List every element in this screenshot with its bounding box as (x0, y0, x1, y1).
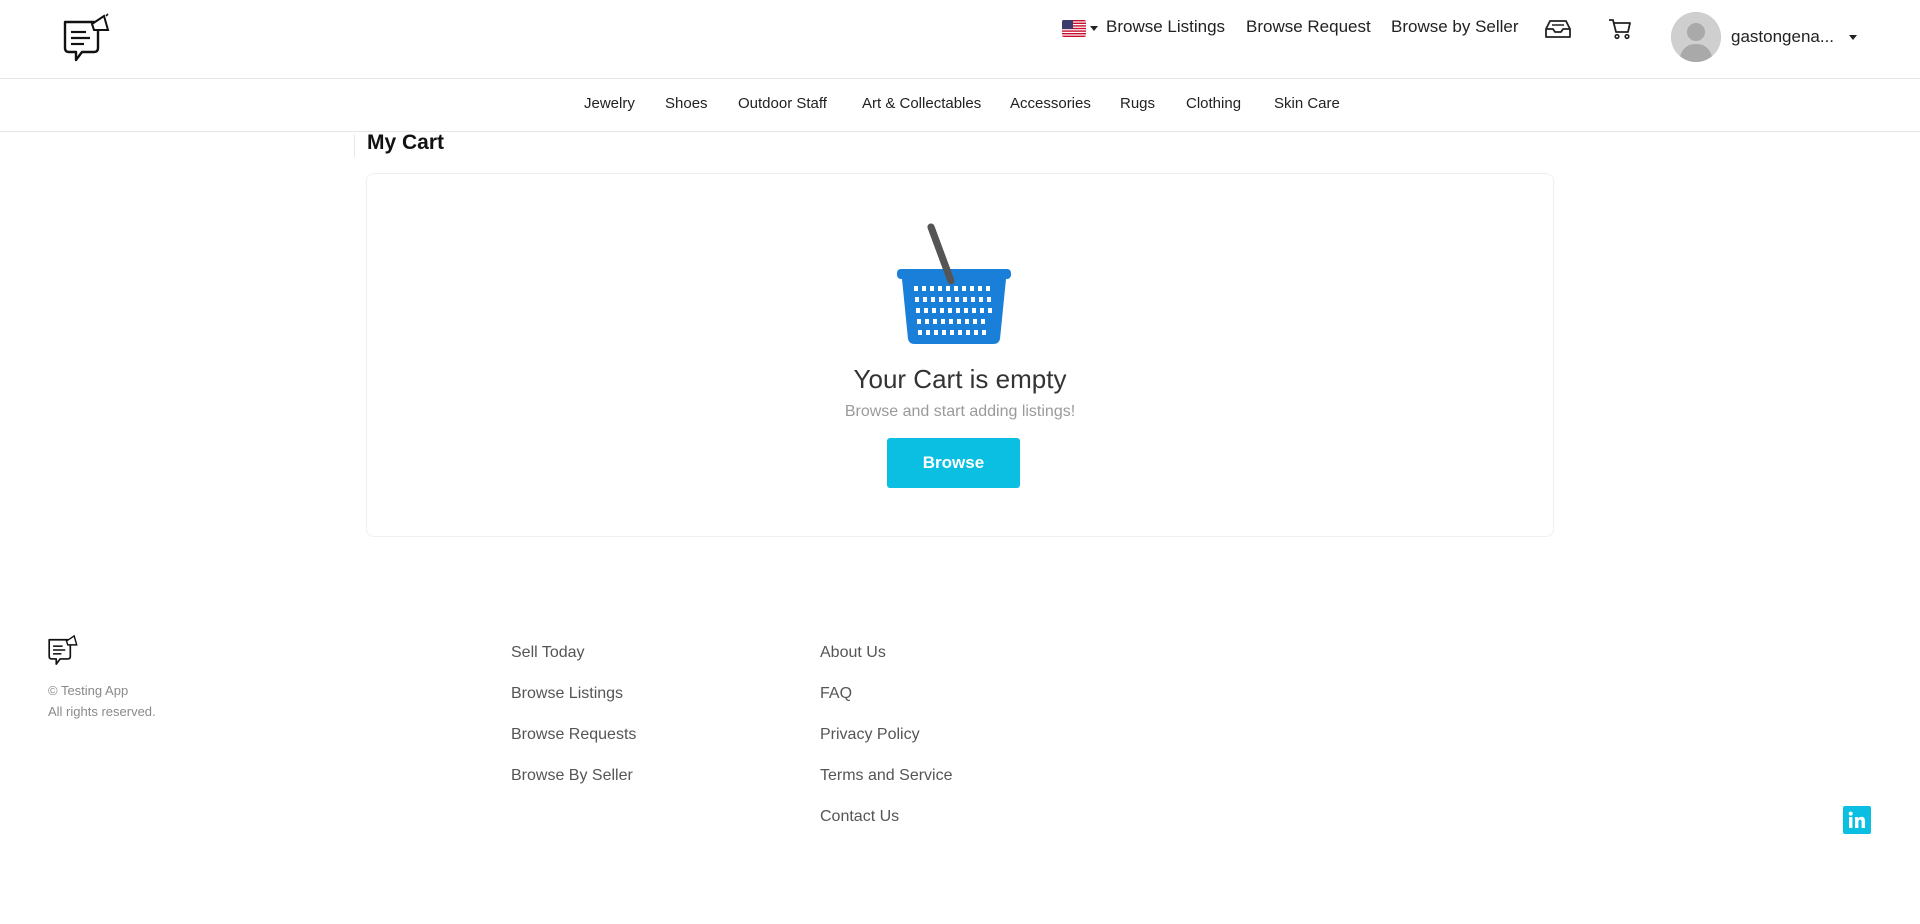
footer-link-privacy-policy[interactable]: Privacy Policy (820, 726, 953, 746)
category-accessories[interactable]: Accessories (1010, 95, 1091, 112)
empty-cart-card: Your Cart is empty Browse and start addi… (366, 173, 1554, 537)
footer-links-column-2: About Us FAQ Privacy Policy Terms and Se… (820, 644, 953, 849)
footer-link-terms-and-service[interactable]: Terms and Service (820, 767, 953, 787)
chat-megaphone-logo-icon[interactable] (60, 12, 110, 64)
category-clothing[interactable]: Clothing (1186, 95, 1241, 112)
user-menu[interactable]: gastongena... (1671, 12, 1857, 62)
linkedin-icon[interactable] (1843, 806, 1871, 834)
category-shoes[interactable]: Shoes (665, 95, 708, 112)
category-jewelry[interactable]: Jewelry (584, 95, 635, 112)
nav-browse-request[interactable]: Browse Request (1246, 17, 1371, 37)
footer-link-about-us[interactable]: About Us (820, 644, 953, 664)
chevron-down-icon (1849, 34, 1857, 40)
chat-megaphone-logo-icon[interactable] (46, 633, 78, 667)
footer-link-faq[interactable]: FAQ (820, 685, 953, 705)
copyright: © Testing App All rights reserved. (48, 680, 156, 722)
basket-icon (894, 223, 1014, 345)
empty-cart-subtext: Browse and start adding listings! (844, 403, 1076, 420)
copyright-line: © Testing App (48, 683, 129, 698)
shopping-cart-icon[interactable] (1606, 16, 1634, 42)
footer-link-browse-requests[interactable]: Browse Requests (511, 726, 636, 746)
user-avatar-icon (1671, 12, 1721, 62)
footer-link-browse-by-seller[interactable]: Browse By Seller (511, 767, 636, 787)
top-header: Browse Listings Browse Request Browse by… (0, 0, 1920, 79)
category-outdoor-staff[interactable]: Outdoor Staff (738, 95, 827, 112)
chevron-down-icon (1090, 26, 1098, 31)
footer-links-column-1: Sell Today Browse Listings Browse Reques… (511, 644, 636, 808)
category-bar: Jewelry Shoes Outdoor Staff Art & Collec… (0, 79, 1920, 132)
nav-browse-listings[interactable]: Browse Listings (1106, 17, 1225, 37)
footer-link-contact-us[interactable]: Contact Us (820, 808, 953, 828)
inbox-tray-icon[interactable] (1544, 16, 1572, 42)
language-selector[interactable] (1062, 20, 1098, 37)
username: gastongena... (1731, 27, 1835, 46)
category-art-collectables[interactable]: Art & Collectables (862, 95, 981, 112)
footer-link-browse-listings[interactable]: Browse Listings (511, 685, 636, 705)
footer-link-sell-today[interactable]: Sell Today (511, 644, 636, 664)
category-skin-care[interactable]: Skin Care (1274, 95, 1340, 112)
page-title: My Cart (367, 131, 445, 154)
empty-cart-heading: Your Cart is empty (853, 364, 1067, 394)
nav-browse-by-seller[interactable]: Browse by Seller (1391, 17, 1519, 37)
divider (354, 135, 355, 157)
us-flag-icon (1062, 20, 1086, 37)
browse-button[interactable]: Browse (887, 438, 1020, 488)
rights-line: All rights reserved. (48, 704, 156, 719)
category-rugs[interactable]: Rugs (1120, 95, 1155, 112)
